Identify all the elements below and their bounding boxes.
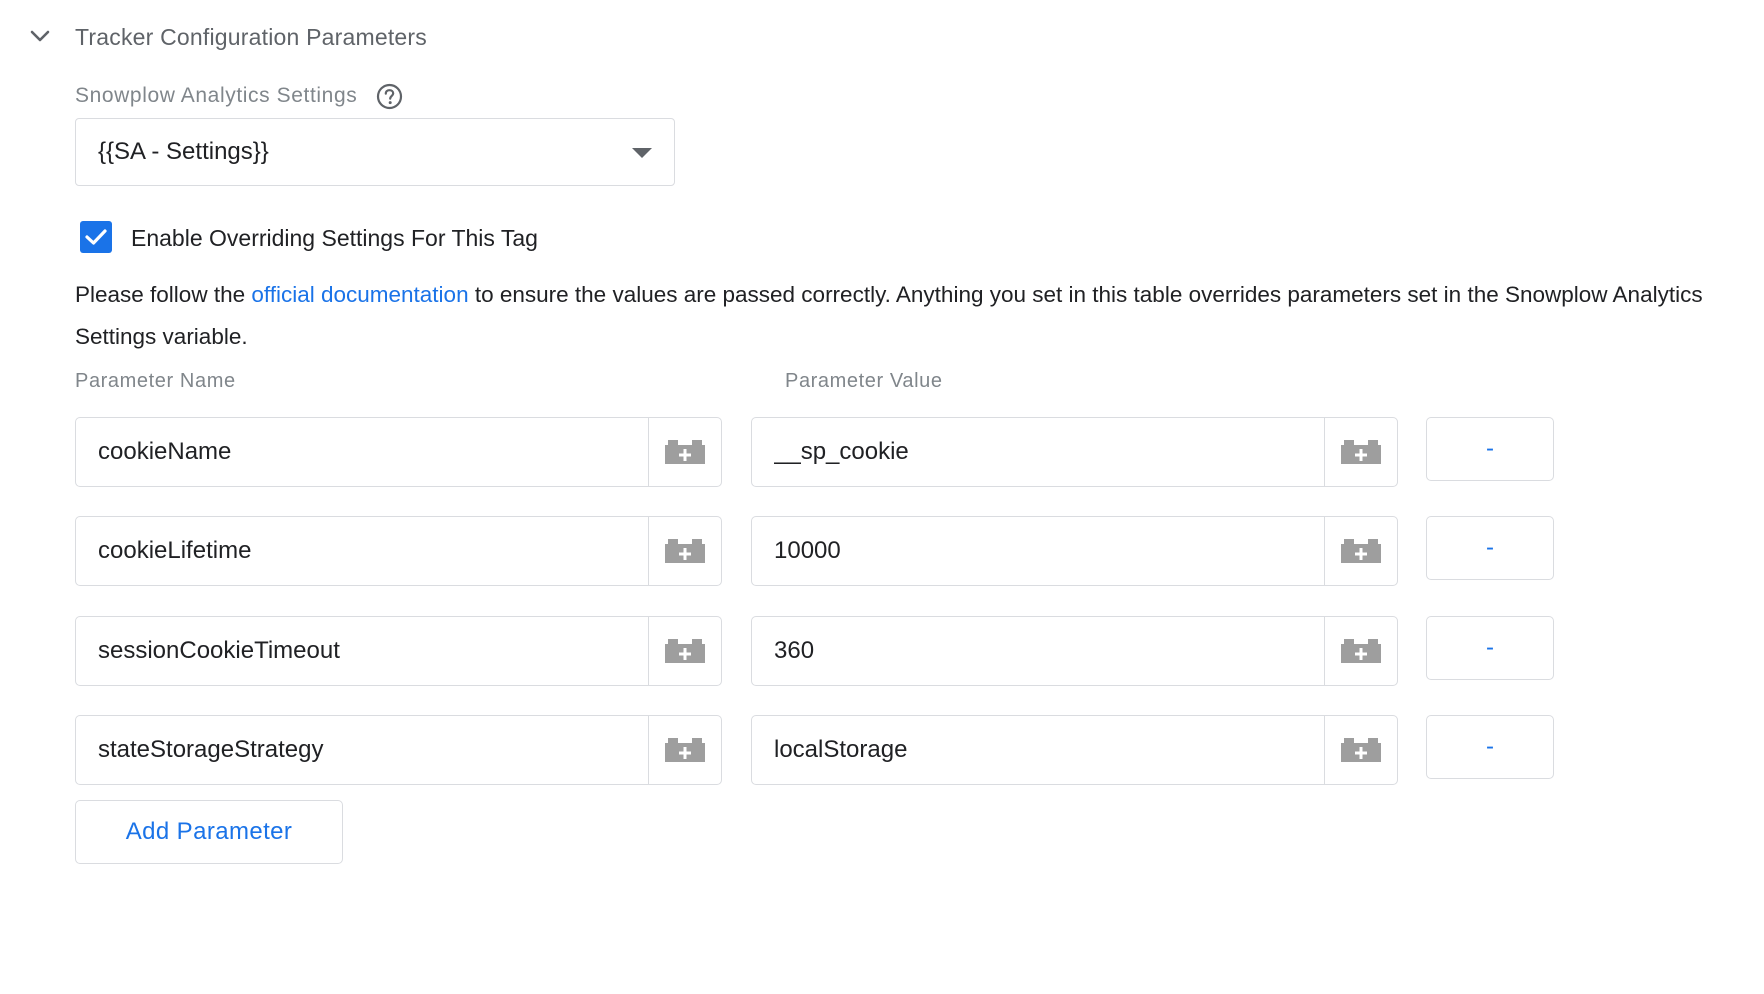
dropdown-caret-icon — [632, 148, 652, 158]
insert-variable-button[interactable] — [1324, 716, 1397, 784]
parameter-value-field — [751, 516, 1398, 586]
parameter-name-input[interactable] — [76, 418, 648, 486]
remove-row-button[interactable]: - — [1426, 417, 1554, 481]
parameter-value-input[interactable] — [752, 418, 1324, 486]
help-icon[interactable] — [376, 83, 403, 110]
insert-variable-button[interactable] — [1324, 517, 1397, 585]
variable-brick-icon — [665, 440, 705, 464]
variable-brick-icon — [1341, 738, 1381, 762]
description-text: Please follow the official documentation… — [75, 274, 1755, 358]
settings-label: Snowplow Analytics Settings — [75, 84, 358, 107]
checkmark-icon — [85, 229, 107, 245]
override-checkbox[interactable] — [80, 221, 112, 253]
parameter-value-field — [751, 715, 1398, 785]
insert-variable-button[interactable] — [648, 418, 721, 486]
add-parameter-button[interactable]: Add Parameter — [75, 800, 343, 864]
parameter-name-input[interactable] — [76, 716, 648, 784]
settings-variable-select[interactable]: {{SA - Settings}} — [75, 118, 675, 186]
insert-variable-button[interactable] — [648, 716, 721, 784]
parameter-name-header: Parameter Name — [75, 370, 236, 392]
parameter-name-field — [75, 616, 722, 686]
collapse-chevron-icon[interactable] — [26, 22, 54, 50]
remove-row-button[interactable]: - — [1426, 715, 1554, 779]
parameter-name-input[interactable] — [76, 517, 648, 585]
insert-variable-button[interactable] — [1324, 617, 1397, 685]
variable-brick-icon — [1341, 639, 1381, 663]
official-documentation-link[interactable]: official documentation — [251, 282, 468, 307]
parameter-name-field — [75, 417, 722, 487]
parameter-value-field — [751, 417, 1398, 487]
select-value: {{SA - Settings}} — [98, 138, 269, 165]
override-checkbox-label[interactable]: Enable Overriding Settings For This Tag — [131, 222, 538, 254]
insert-variable-button[interactable] — [1324, 418, 1397, 486]
variable-brick-icon — [1341, 539, 1381, 563]
parameter-name-input[interactable] — [76, 617, 648, 685]
parameter-name-field — [75, 516, 722, 586]
variable-brick-icon — [665, 539, 705, 563]
parameter-value-header: Parameter Value — [785, 370, 943, 392]
section-title: Tracker Configuration Parameters — [75, 24, 427, 50]
remove-row-button[interactable]: - — [1426, 516, 1554, 580]
variable-brick-icon — [665, 738, 705, 762]
variable-brick-icon — [1341, 440, 1381, 464]
variable-brick-icon — [665, 639, 705, 663]
remove-row-button[interactable]: - — [1426, 616, 1554, 680]
parameter-value-field — [751, 616, 1398, 686]
parameter-value-input[interactable] — [752, 617, 1324, 685]
description-before-link: Please follow the — [75, 282, 252, 307]
parameter-value-input[interactable] — [752, 716, 1324, 784]
parameter-value-input[interactable] — [752, 517, 1324, 585]
insert-variable-button[interactable] — [648, 517, 721, 585]
parameter-name-field — [75, 715, 722, 785]
insert-variable-button[interactable] — [648, 617, 721, 685]
